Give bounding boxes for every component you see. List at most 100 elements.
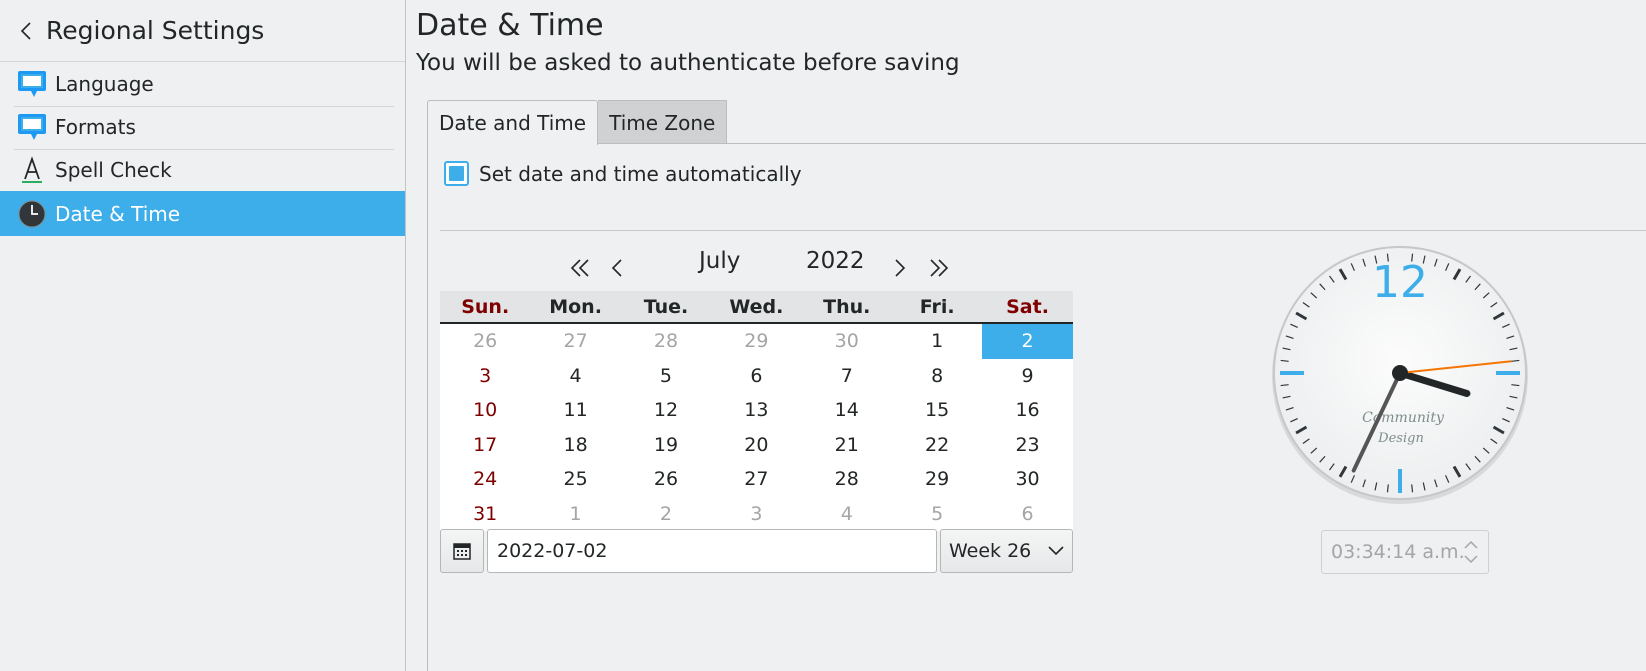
calendar-day[interactable]: 3 (440, 359, 530, 394)
next-year-button[interactable] (924, 250, 954, 286)
calendar-day[interactable]: 3 (711, 497, 801, 532)
calendar-day[interactable]: 7 (802, 359, 892, 394)
weekday-label: Thu. (823, 295, 871, 318)
clock-tick (1280, 359, 1289, 362)
prev-month-button[interactable] (605, 250, 629, 286)
clock-brand-line2: Design (1377, 431, 1424, 446)
clock-tick (1511, 384, 1520, 387)
calendar-day[interactable]: 2 (621, 497, 711, 532)
sidebar-title: Regional Settings (46, 16, 265, 45)
calendar-day[interactable]: 1 (530, 497, 620, 532)
prev-year-button[interactable] (565, 250, 595, 286)
double-chevron-right-icon (930, 259, 949, 277)
calendar-day[interactable]: 28 (621, 324, 711, 359)
year-label[interactable]: 2022 (806, 248, 865, 274)
calendar-day[interactable]: 31 (440, 497, 530, 532)
calendar-day[interactable]: 29 (711, 324, 801, 359)
spin-arrows-icon[interactable] (1462, 535, 1480, 569)
calendar-day[interactable]: 2 (982, 324, 1073, 359)
calendar-day[interactable]: 15 (892, 393, 982, 428)
sidebar-item-label: Language (55, 72, 154, 96)
calendar-day[interactable]: 5 (621, 359, 711, 394)
calendar-day[interactable]: 25 (530, 462, 620, 497)
weekday-label: Mon. (549, 295, 602, 318)
calendar-icon (453, 543, 471, 560)
weekday-label: Tue. (643, 295, 689, 318)
calendar-day[interactable]: 20 (711, 428, 801, 463)
tab-panel: Set date and time automatically July 202… (427, 143, 1646, 671)
spellcheck-icon (16, 155, 47, 186)
weekday-label: Sat. (1006, 295, 1049, 318)
clock-twelve-label: 12 (1372, 257, 1428, 308)
month-label[interactable]: July (699, 248, 740, 274)
week-select[interactable]: Week 26 (940, 529, 1073, 573)
clock-center-cap (1392, 365, 1408, 381)
chevron-left-icon (20, 21, 31, 40)
sidebar-item-label: Spell Check (55, 158, 172, 182)
auto-time-label: Set date and time automatically (479, 161, 802, 186)
calendar-day[interactable]: 5 (892, 497, 982, 532)
checkbox-check-mark (449, 166, 464, 181)
calendar-grid: Sun. Mon. Tue. Wed. Thu. Fri. Sat. 26 27 28 29 30 1… (440, 291, 1073, 531)
auto-time-toggle[interactable]: Set date and time automatically (444, 161, 802, 186)
calendar-day[interactable]: 4 (530, 359, 620, 394)
calendar-day[interactable]: 17 (440, 428, 530, 463)
sidebar-item-language[interactable]: Language (14, 62, 394, 107)
calendar-day[interactable]: 4 (802, 497, 892, 532)
calendar-day[interactable]: 27 (530, 324, 620, 359)
weekday-label: Sun. (461, 295, 510, 318)
date-input[interactable]: 2022-07-02 (487, 529, 937, 573)
sidebar-item-label: Date & Time (55, 201, 181, 226)
calendar-day[interactable]: 29 (892, 462, 982, 497)
clock-tick (1386, 484, 1389, 493)
calendar-day[interactable]: 6 (982, 497, 1072, 532)
time-spinbox[interactable]: 03:34:14 a.m. (1321, 530, 1489, 574)
calendar-day[interactable]: 23 (982, 428, 1072, 463)
calendar-day[interactable]: 6 (711, 359, 801, 394)
calendar-day[interactable]: 22 (892, 428, 982, 463)
sidebar-item-formats[interactable]: Formats (14, 105, 394, 150)
chat-bubble-icon (16, 112, 47, 143)
calendar-day[interactable]: 14 (802, 393, 892, 428)
calendar-day[interactable]: 1 (892, 324, 982, 359)
chevron-right-icon (895, 259, 906, 277)
weekday-label: Fri. (919, 295, 955, 318)
calendar-day[interactable]: 10 (440, 393, 530, 428)
clock-tick (1411, 484, 1414, 493)
calendar-popup-button[interactable] (440, 529, 484, 573)
calendar-day[interactable]: 9 (982, 359, 1072, 394)
page-title: Date & Time (416, 8, 604, 43)
calendar-day[interactable]: 11 (530, 393, 620, 428)
sidebar-item-date-time[interactable]: Date & Time (0, 191, 405, 236)
calendar-day[interactable]: 30 (802, 324, 892, 359)
calendar-day[interactable]: 21 (802, 428, 892, 463)
calendar-day[interactable]: 28 (802, 462, 892, 497)
tab-bar: Date and Time Time Zone (427, 100, 728, 145)
main-content: Date & Time You will be asked to authent… (407, 0, 1646, 671)
time-value: 03:34:14 a.m. (1331, 541, 1465, 563)
next-month-button[interactable] (888, 250, 912, 286)
tab-time-zone[interactable]: Time Zone (598, 100, 728, 144)
auto-time-checkbox[interactable] (444, 161, 469, 186)
calendar-day[interactable]: 16 (982, 393, 1072, 428)
sidebar-item-spell-check[interactable]: Spell Check (14, 148, 394, 193)
weekday-header: Sun. Mon. Tue. Wed. Thu. Fri. Sat. (440, 291, 1073, 324)
calendar-day[interactable]: 26 (621, 462, 711, 497)
calendar-day[interactable]: 19 (621, 428, 711, 463)
tab-date-and-time[interactable]: Date and Time (427, 100, 599, 145)
calendar-days: 26 27 28 29 30 1 2 3 4 5 6 7 8 9 10 11 12 13 14 15 16 17 18 19 2… (440, 324, 1073, 531)
calendar-day[interactable]: 24 (440, 462, 530, 497)
sidebar: Regional Settings Language Formats Spell… (0, 0, 406, 671)
calendar-day[interactable]: 8 (892, 359, 982, 394)
calendar-day[interactable]: 27 (711, 462, 801, 497)
calendar-day[interactable]: 18 (530, 428, 620, 463)
sidebar-item-label: Formats (55, 115, 136, 139)
page-subtitle: You will be asked to authenticate before… (416, 50, 960, 76)
calendar-day[interactable]: 26 (440, 324, 530, 359)
calendar-day[interactable]: 13 (711, 393, 801, 428)
calendar-day[interactable]: 12 (621, 393, 711, 428)
chevron-left-icon (611, 259, 622, 277)
calendar-day[interactable]: 30 (982, 462, 1072, 497)
double-chevron-left-icon (570, 259, 589, 277)
back-button[interactable] (18, 19, 34, 43)
